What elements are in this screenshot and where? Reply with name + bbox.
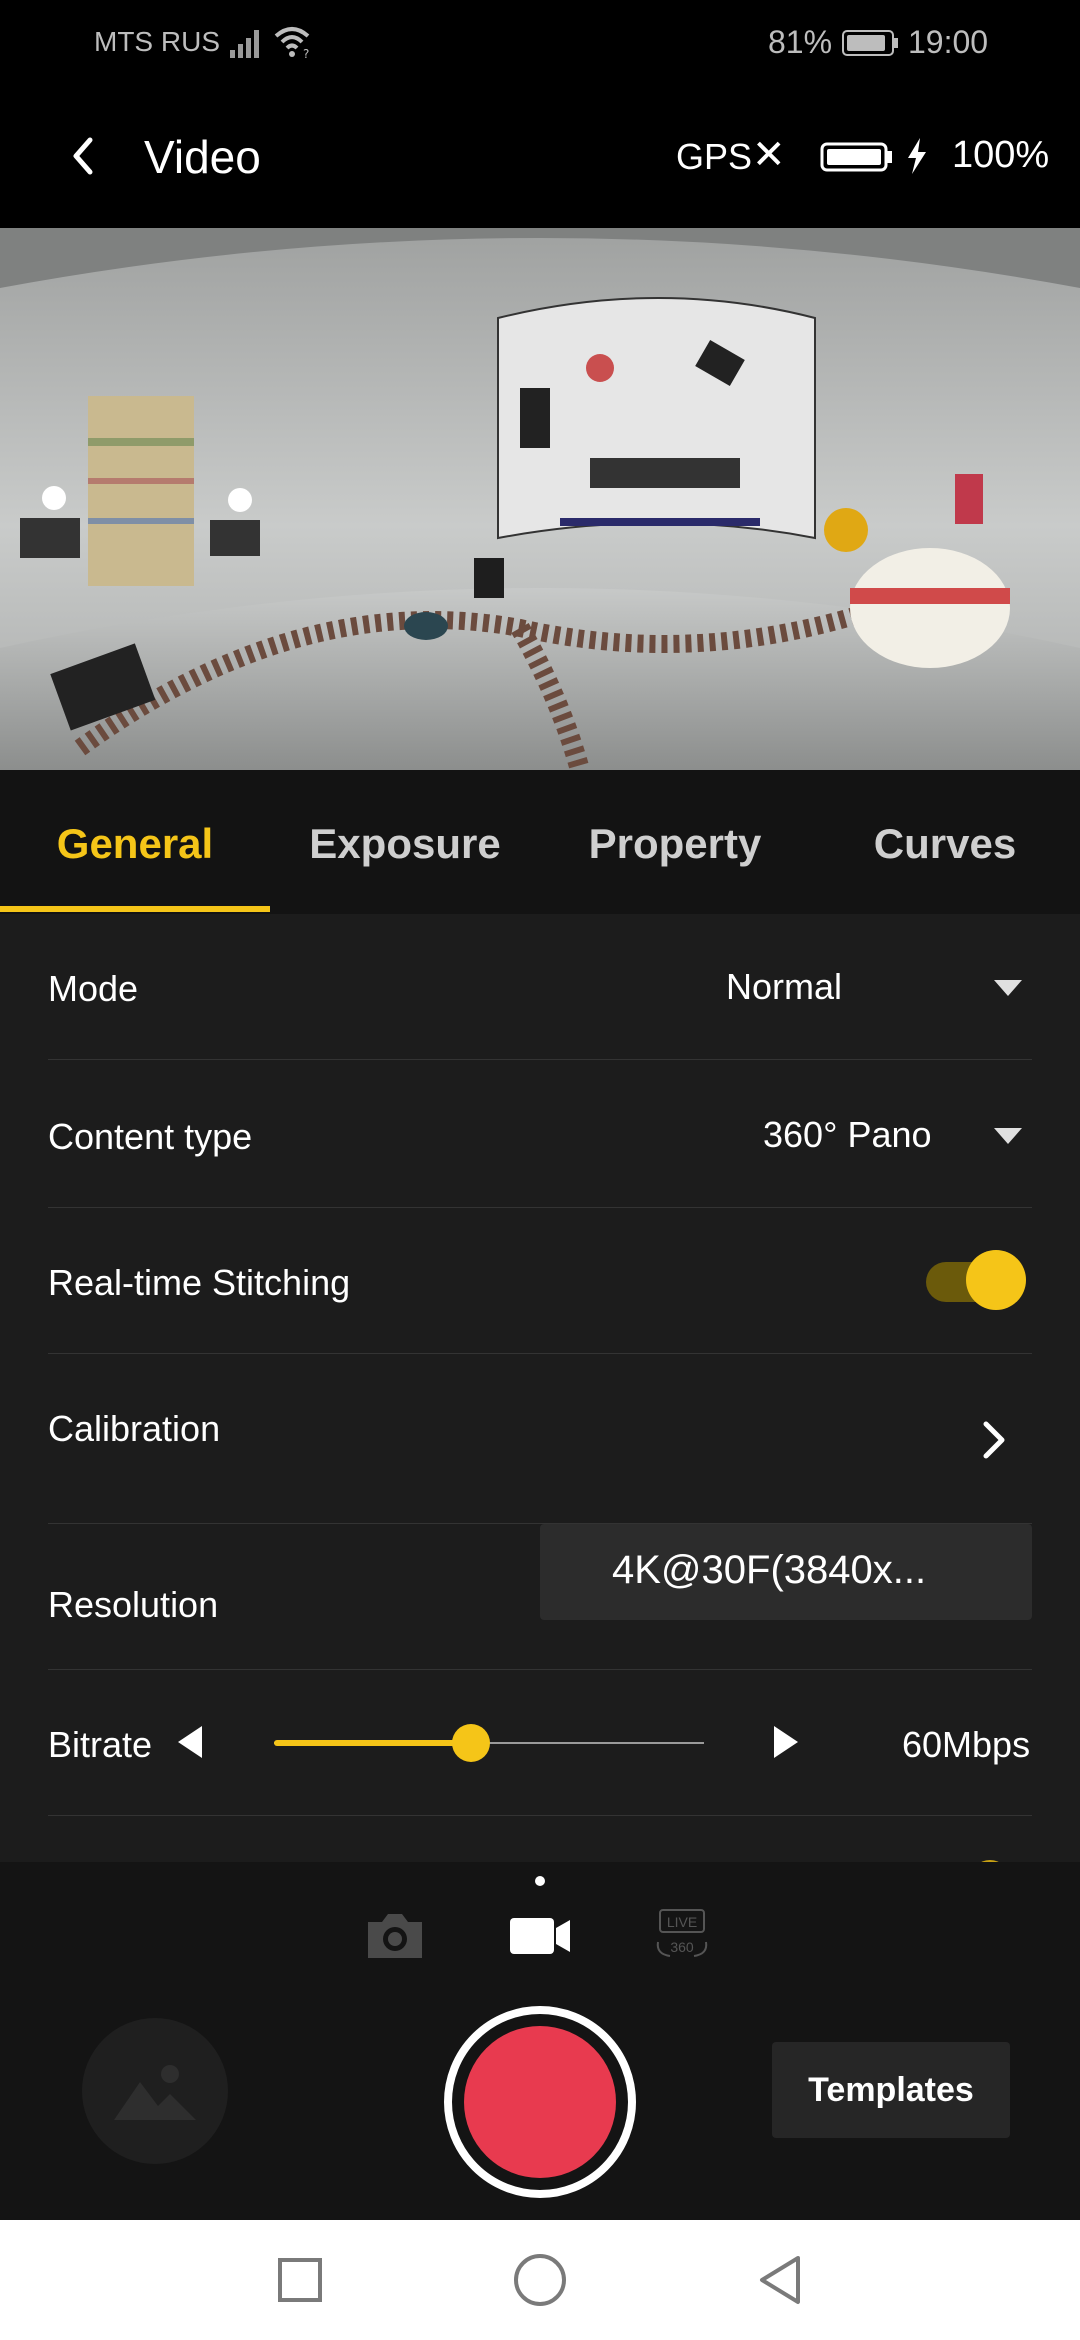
svg-text:?: ? — [303, 47, 309, 60]
realtime-stitching-toggle[interactable] — [926, 1250, 1026, 1310]
app-header: Video GPS ✕ 100% — [0, 86, 1080, 228]
signal-icon — [230, 30, 259, 58]
content-type-label: Content type — [48, 1116, 253, 1157]
bitrate-label: Bitrate — [48, 1724, 153, 1765]
active-tab-indicator — [0, 906, 270, 912]
bitrate-decrease-icon[interactable] — [174, 1722, 204, 1762]
recent-apps-icon[interactable] — [276, 2256, 324, 2304]
settings-tabs: General Exposure Property Curves — [0, 770, 1080, 914]
bitrate-slider-fill — [274, 1740, 470, 1746]
image-icon — [114, 2065, 196, 2120]
battery-percent: 81% — [768, 24, 833, 60]
carrier-name: MTS RUS — [94, 26, 220, 57]
tab-curves[interactable]: Curves — [810, 820, 1080, 868]
page-title: Video — [144, 131, 261, 183]
bitrate-increase-icon[interactable] — [772, 1722, 802, 1762]
svg-text:360: 360 — [670, 1939, 694, 1955]
back-arrow-icon[interactable] — [56, 128, 112, 184]
svg-text:LIVE: LIVE — [667, 1914, 697, 1930]
camera-icon[interactable] — [364, 1910, 426, 1962]
gallery-button[interactable] — [82, 2018, 228, 2164]
resolution-value: 4K@30F(3840x... — [612, 1548, 927, 1592]
bitrate-value: 60Mbps — [902, 1724, 1031, 1765]
camera-preview[interactable] — [0, 228, 1080, 770]
content-type-value[interactable]: 360° Pano — [763, 1114, 932, 1156]
calibration-row[interactable]: Calibration — [48, 1354, 1032, 1524]
tab-general[interactable]: General — [0, 820, 270, 868]
battery-icon — [842, 30, 898, 56]
settings-list[interactable]: Mode Normal Content type 360° Pano Real-… — [0, 914, 1080, 1862]
tab-property[interactable]: Property — [540, 820, 810, 868]
camera-battery-icon — [820, 142, 892, 172]
chevron-right-icon[interactable] — [978, 1418, 1010, 1462]
capture-bar: LIVE 360 Templates — [0, 1862, 1080, 2220]
live-360-icon[interactable]: LIVE 360 — [652, 1906, 712, 1966]
bitrate-row: Bitrate 60Mbps — [48, 1670, 1032, 1816]
charging-bolt-icon — [908, 138, 926, 174]
status-bar: MTS RUS ? 81% 19:00 — [0, 0, 1080, 86]
video-icon[interactable] — [508, 1914, 572, 1958]
home-icon[interactable] — [512, 2252, 568, 2308]
record-button[interactable] — [444, 2006, 636, 2198]
active-mode-dot — [535, 1876, 545, 1886]
camera-battery-percent: 100% — [952, 134, 1050, 176]
clock: 19:00 — [908, 24, 989, 60]
realtime-stitching-label: Real-time Stitching — [48, 1262, 351, 1303]
dropdown-arrow-icon[interactable] — [992, 1126, 1024, 1146]
mode-label: Mode — [48, 968, 139, 1009]
system-nav-bar — [0, 2220, 1080, 2340]
resolution-label: Resolution — [48, 1584, 219, 1625]
bitrate-slider-thumb[interactable] — [452, 1724, 490, 1762]
resolution-selector[interactable]: 4K@30F(3840x... — [540, 1524, 1032, 1620]
templates-button[interactable]: Templates — [772, 2042, 1010, 2138]
calibration-label: Calibration — [48, 1408, 221, 1449]
mode-row[interactable]: Mode Normal — [48, 914, 1032, 1060]
gps-label: GPS — [676, 136, 753, 177]
wifi-icon: ? — [274, 27, 309, 60]
realtime-stitching-row: Real-time Stitching — [48, 1208, 1032, 1354]
back-nav-icon[interactable] — [756, 2254, 804, 2306]
panorama-preview-image — [0, 228, 1080, 770]
gps-off-icon: ✕ — [752, 133, 786, 177]
dropdown-arrow-icon[interactable] — [992, 978, 1024, 998]
mode-value[interactable]: Normal — [726, 966, 842, 1008]
content-type-row[interactable]: Content type 360° Pano — [48, 1060, 1032, 1208]
record-button-inner — [464, 2026, 616, 2178]
tab-exposure[interactable]: Exposure — [270, 820, 540, 868]
